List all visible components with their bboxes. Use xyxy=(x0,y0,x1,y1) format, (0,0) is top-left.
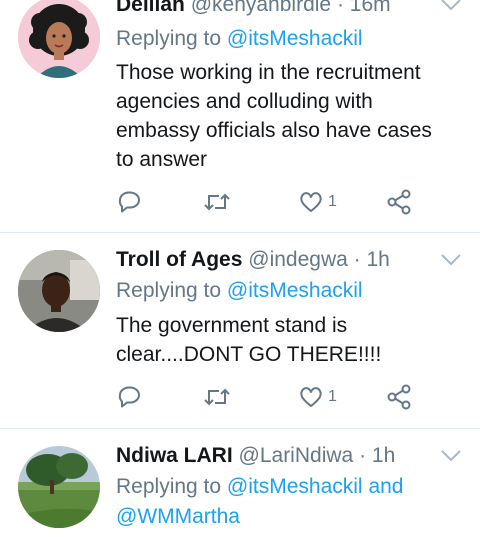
tweet-text-line: The government stand is xyxy=(116,314,348,337)
tweet-header: Delilah @kenyanbirdie · 16m xyxy=(116,0,391,18)
tweet-divider xyxy=(0,232,480,233)
author-name[interactable]: Troll of Ages xyxy=(116,248,242,271)
mention-link[interactable]: @itsMeshackil xyxy=(227,279,363,302)
tweet-text-line: embassy officials also have cases xyxy=(116,119,432,142)
retweet-button[interactable] xyxy=(202,187,232,217)
separator: · xyxy=(336,0,344,16)
author-handle[interactable]: @LariNdiwa xyxy=(239,444,354,467)
replying-to: Replying to @itsMeshackil and @WMMartha xyxy=(116,472,466,532)
retweet-button[interactable] xyxy=(202,382,232,412)
reply-icon xyxy=(118,386,140,408)
reply-button[interactable] xyxy=(116,187,142,217)
mention-link[interactable]: @itsMeshackil xyxy=(227,475,363,498)
timestamp[interactable]: 1h xyxy=(372,444,395,467)
like-count: 1 xyxy=(328,388,337,405)
share-icon xyxy=(387,384,411,410)
share-button[interactable] xyxy=(386,382,414,412)
tweet-text: Those working in the recruitment agencie… xyxy=(116,58,466,174)
avatar[interactable] xyxy=(18,0,100,78)
replying-prefix: Replying to xyxy=(116,475,222,498)
author-handle[interactable]: @kenyanbirdie xyxy=(191,0,331,16)
chevron-down-icon[interactable] xyxy=(440,253,462,267)
replying-to: Replying to @itsMeshackil xyxy=(116,24,466,54)
chevron-down-icon[interactable] xyxy=(440,449,462,463)
timestamp[interactable]: 16m xyxy=(350,0,391,16)
author-name[interactable]: Delilah xyxy=(116,0,185,16)
landscape-tree-avatar-icon xyxy=(18,446,100,528)
tweet-text: The government stand is clear....DONT GO… xyxy=(116,311,466,369)
replying-conjunction: and xyxy=(368,475,404,498)
like-count: 1 xyxy=(328,193,337,210)
woman-curly-hair-avatar-icon xyxy=(18,0,100,78)
tweet-header: Troll of Ages @indegwa · 1h xyxy=(116,247,390,273)
timestamp[interactable]: 1h xyxy=(366,248,389,271)
retweet-icon xyxy=(204,388,230,406)
like-button[interactable]: 1 xyxy=(298,382,337,412)
replying-prefix: Replying to xyxy=(116,27,222,50)
retweet-icon xyxy=(204,193,230,211)
tweet-text-line: to answer xyxy=(116,148,208,171)
author-name[interactable]: Ndiwa LARI xyxy=(116,444,233,467)
avatar[interactable] xyxy=(18,446,100,528)
tweet-text-line: clear....DONT GO THERE!!!! xyxy=(116,343,382,366)
tweet-divider xyxy=(0,428,480,429)
separator: · xyxy=(353,248,361,271)
chevron-down-icon[interactable] xyxy=(440,0,462,12)
replying-prefix: Replying to xyxy=(116,279,222,302)
tweet-header: Ndiwa LARI @LariNdiwa · 1h xyxy=(116,443,395,469)
heart-icon xyxy=(300,192,322,212)
author-handle[interactable]: @indegwa xyxy=(248,248,348,271)
mention-link[interactable]: @itsMeshackil xyxy=(227,27,363,50)
reply-icon xyxy=(118,191,140,213)
tweet-text-line: Those working in the recruitment xyxy=(116,61,421,84)
tweet-actions: 1 xyxy=(116,187,416,217)
separator: · xyxy=(359,444,367,467)
share-icon xyxy=(387,189,411,215)
tweet-actions: 1 xyxy=(116,382,416,412)
like-button[interactable]: 1 xyxy=(298,187,337,217)
replying-to: Replying to @itsMeshackil xyxy=(116,276,466,306)
man-photo-avatar-icon xyxy=(18,250,100,332)
tweet-text-line: agencies and colluding with xyxy=(116,90,373,113)
mention-link[interactable]: @WMMartha xyxy=(116,505,240,528)
share-button[interactable] xyxy=(386,187,414,217)
heart-icon xyxy=(300,387,322,407)
reply-button[interactable] xyxy=(116,382,142,412)
avatar[interactable] xyxy=(18,250,100,332)
